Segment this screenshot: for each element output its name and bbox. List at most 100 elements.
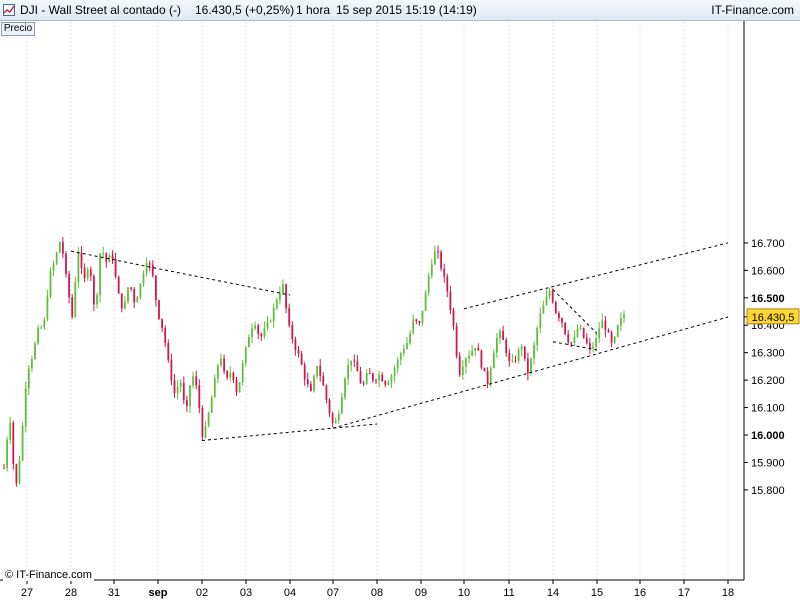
candle-body [198,385,201,408]
candle-body [176,386,179,394]
candle-body [567,334,570,343]
candle-body [74,281,77,317]
candle-body [34,343,36,359]
candle-body [241,363,244,383]
candle-body [372,373,374,381]
candle-body [620,318,622,326]
candle-body [204,425,207,438]
candle-body [362,383,365,385]
candle-body [68,274,70,298]
candle-body [3,467,5,469]
candle-body [86,269,89,279]
candle-body [477,347,480,351]
candle-body [483,367,486,372]
x-tick-label: 03 [240,587,252,599]
candle-body [589,343,591,349]
candle-body [167,343,170,360]
candle-body [300,353,303,365]
candle-body [353,360,356,362]
candle-body [480,350,483,368]
candle-body [474,347,477,351]
x-tick-label: 31 [108,587,120,599]
candle-body [325,385,328,400]
x-tick-label: 08 [371,587,383,599]
candle-body [368,373,371,375]
y-tick-label: 16.500 [751,293,785,305]
candle-body [148,263,151,265]
candle-body [570,342,573,344]
candle-body [173,380,176,394]
candle-body [561,318,563,323]
candle-body [508,353,511,362]
candle-body [58,241,61,253]
candle-body [375,380,377,382]
candle-body [31,358,33,369]
candle-body [294,339,297,350]
candle-body [412,319,415,334]
candle-body [365,373,368,384]
x-tick-label: 28 [65,587,77,599]
candle-body [120,293,123,309]
candle-body [21,425,24,461]
x-tick-label: 04 [284,587,296,599]
candle-body [616,325,619,337]
candle-body [592,346,594,349]
candle-body [52,263,55,271]
candle-body [350,360,353,366]
x-tick-label: 02 [196,587,208,599]
candle-body [486,371,489,384]
candle-body [40,327,43,329]
candle-body [102,253,105,255]
candle-body [207,412,210,426]
candle-body [551,290,554,302]
candle-body [232,372,235,380]
candle-body [133,288,136,303]
candle-body [83,267,86,279]
candle-body [130,287,132,289]
candle-body [465,358,467,367]
candle-body [489,368,492,384]
candle-body [337,413,340,421]
candle-body [558,313,560,319]
candle-body [595,338,597,347]
x-tick-label: 07 [327,587,339,599]
candle-body [421,310,424,323]
candle-body [257,325,260,334]
candle-body [80,252,83,268]
candle-body [344,378,346,398]
candle-body [105,253,108,263]
candle-body [533,345,535,359]
candle-body [378,374,380,381]
candle-body [260,333,263,337]
candle-body [285,284,287,309]
candle-body [210,397,213,413]
candle-body [356,361,359,372]
copyright-label: © IT-Finance.com [3,569,94,581]
candle-body [496,337,498,353]
candle-body [440,252,442,269]
candle-body [179,382,182,387]
candle-body [331,413,334,423]
candle-body [418,321,421,323]
candle-body [548,290,551,297]
candle-body [145,263,148,274]
candle-body [511,360,514,362]
candle-body [502,330,504,340]
candle-body [452,310,455,326]
price-chart[interactable]: 15.800 15.900 16.000 16.100 16.200 16.300 16.4… [0,0,800,600]
candle-body [96,295,98,305]
candle-body [468,355,470,359]
candle-body [310,384,312,392]
panel-label[interactable]: Precio [1,22,35,36]
candle-body [406,343,408,349]
candle-body [263,328,266,337]
candle-body [579,327,582,329]
candle-body [610,332,613,343]
candle-body [226,371,229,378]
candle-body [613,336,616,343]
candle-body [306,379,309,385]
y-tick-label: 16.300 [751,348,785,360]
y-tick-label: 16.200 [751,375,785,387]
candle-body [65,253,67,275]
candle-body [396,359,399,369]
